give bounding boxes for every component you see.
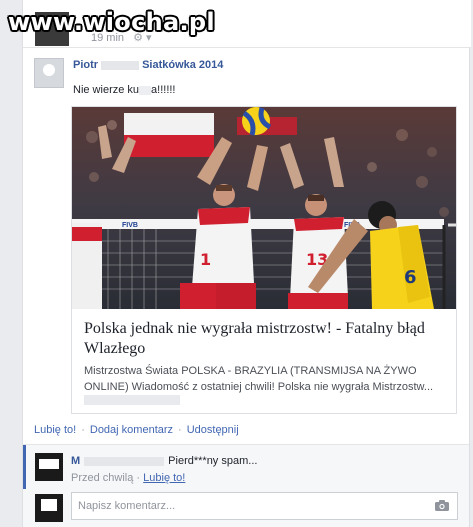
site-watermark: www.wiocha.pl (8, 8, 215, 36)
volleyball-photo[interactable]: FIVB FIVB FIVB (72, 107, 456, 309)
svg-text:FIVB: FIVB (122, 222, 138, 229)
volleyball-ball (242, 107, 272, 136)
separator-dot: · (81, 424, 85, 436)
post-card: 19 min ⚙ ▾ Piotr Siatkówka 2014 Nie wierz… (22, 0, 471, 527)
comment-time[interactable]: Przed chwilą (71, 472, 133, 484)
camera-icon[interactable] (435, 500, 449, 511)
link-preview[interactable]: FIVB FIVB FIVB (71, 106, 457, 414)
comment-highlight-bar (23, 445, 26, 489)
volleyball-scene-image: FIVB FIVB FIVB (72, 107, 456, 309)
commenter-avatar[interactable] (35, 453, 63, 481)
post-body: Nie wierze ku a!!!!!! (73, 84, 176, 96)
my-avatar (35, 494, 63, 522)
comment-input-box[interactable] (71, 492, 458, 520)
redacted-name (84, 456, 165, 466)
like-button[interactable]: Lubię to! (34, 424, 76, 436)
comment-meta: Przed chwilą · Lubię to! (71, 472, 185, 484)
commenter-name[interactable]: M (71, 455, 165, 467)
redacted-source (84, 395, 180, 405)
comment-button[interactable]: Dodaj komentarz (90, 424, 173, 436)
comment: M Pierd***ny spam... (71, 455, 257, 467)
comment-like-button[interactable]: Lubię to! (143, 472, 185, 484)
jersey-number-6: 6 (404, 267, 417, 288)
comments-section: M Pierd***ny spam... Przed chwilą · Lubię… (23, 444, 469, 527)
post-text-end: a!!!!!! (151, 84, 176, 96)
jersey-number-1: 1 (200, 250, 211, 269)
share-button[interactable]: Udostępnij (187, 424, 239, 436)
redacted-surname (101, 60, 140, 70)
author-avatar[interactable] (34, 58, 64, 88)
group-name[interactable]: Siatkówka 2014 (142, 59, 223, 71)
comment-input[interactable] (72, 493, 412, 519)
author-name[interactable]: Piotr (73, 59, 98, 71)
commenter-initial: M (71, 455, 81, 467)
post-header: Piotr Siatkówka 2014 (73, 59, 223, 71)
post-text-start: Nie wierze ku (73, 84, 140, 96)
comment-text: Pierd***ny spam... (168, 455, 258, 467)
post-actions: Lubię to! · Dodaj komentarz · Udostępnij (34, 424, 239, 436)
link-title[interactable]: Polska jednak nie wygrała mistrzostw! - … (84, 319, 446, 359)
redacted-word (139, 85, 152, 95)
link-description: Mistrzostwa Świata POLSKA - BRAZYLIA (TR… (84, 365, 434, 393)
separator-dot: · (178, 424, 182, 436)
